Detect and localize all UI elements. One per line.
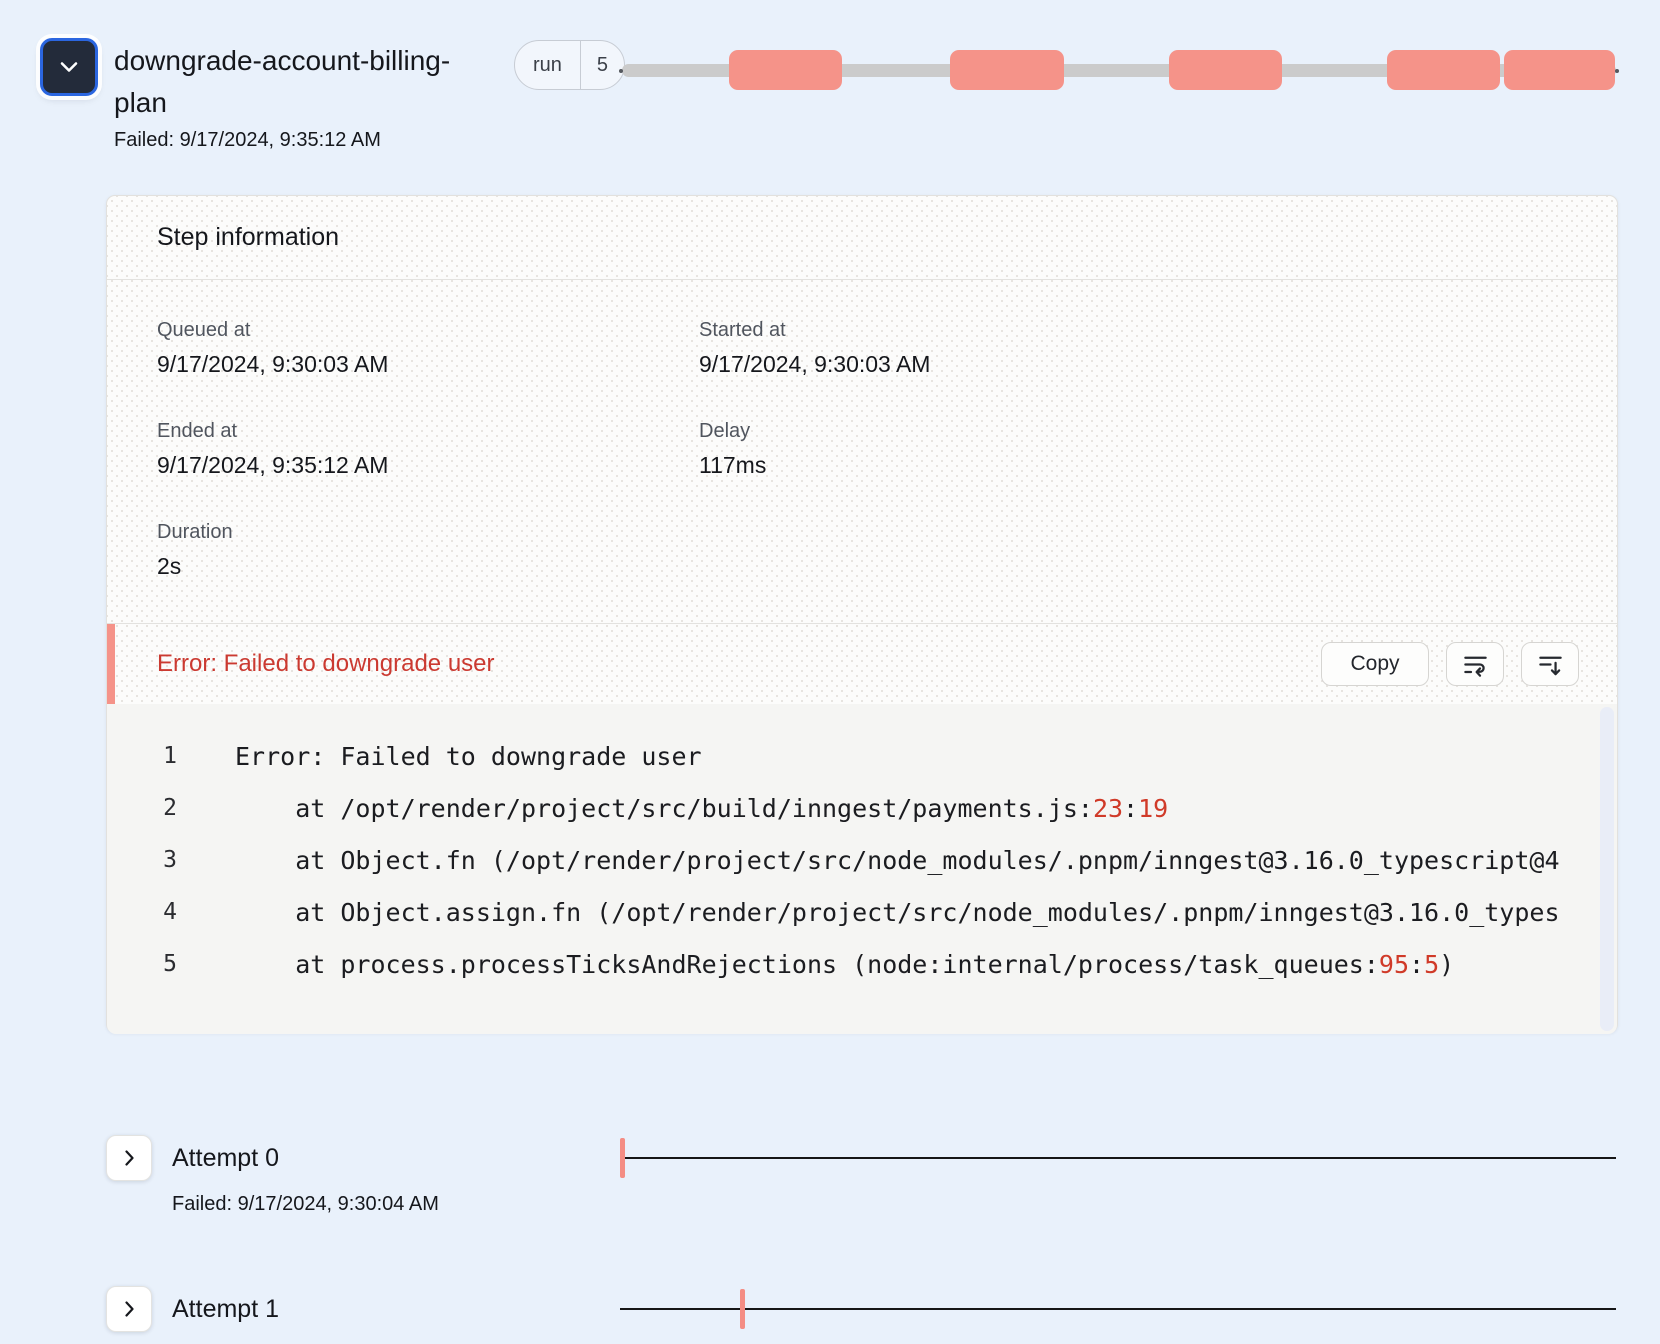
step-fields: Queued at 9/17/2024, 9:30:03 AM Started … [107, 280, 1617, 623]
scroll-to-bottom-icon [1537, 651, 1564, 678]
attempt-label: Attempt 1 [172, 1295, 279, 1324]
field-label: Ended at [157, 419, 699, 443]
step-field: Delay 117ms [699, 419, 1567, 480]
collapse-step-button[interactable] [40, 38, 98, 96]
step-field: Queued at 9/17/2024, 9:30:03 AM [157, 318, 699, 379]
line-text: at /opt/render/project/src/build/inngest… [235, 794, 1617, 823]
run-badge: run 5 [514, 40, 625, 90]
line-number: 3 [137, 847, 177, 873]
attempt-section: Attempt 1 [106, 1286, 1616, 1332]
attempt-timeline [620, 1157, 1616, 1159]
error-header-row: Error: Failed to downgrade user Copy [107, 623, 1617, 704]
field-label: Started at [699, 318, 1567, 342]
step-status: Failed: 9/17/2024, 9:35:12 AM [114, 129, 494, 152]
wrap-text-icon [1462, 651, 1489, 678]
field-value: 9/17/2024, 9:30:03 AM [157, 349, 699, 379]
field-value: 2s [157, 551, 699, 581]
chevron-down-icon [59, 61, 79, 73]
step-title: downgrade-account-billing-plan [114, 40, 494, 124]
attempt-status: Failed: 9/17/2024, 9:30:04 AM [172, 1193, 1616, 1216]
attempt-expand-button[interactable] [106, 1286, 152, 1332]
run-timeline-track [622, 64, 1616, 77]
attempt-failure-tick [740, 1289, 745, 1329]
line-text: at Object.fn (/opt/render/project/src/no… [235, 846, 1617, 875]
attempt-timeline [620, 1308, 1616, 1310]
step-details-page: downgrade-account-billing-plan Failed: 9… [0, 0, 1660, 1344]
field-value: 117ms [699, 450, 1567, 480]
line-text: at Object.assign.fn (/opt/render/project… [235, 898, 1617, 927]
error-accent-bar [107, 624, 115, 704]
stack-trace-line: 5 at process.processTicksAndRejections (… [107, 938, 1617, 990]
attempt-expand-button[interactable] [106, 1135, 152, 1181]
step-field: Ended at 9/17/2024, 9:35:12 AM [157, 419, 699, 480]
field-label: Duration [157, 520, 699, 544]
attempt-section: Attempt 0 Failed: 9/17/2024, 9:30:04 AM [106, 1135, 1616, 1216]
stack-trace-line: 3 at Object.fn (/opt/render/project/src/… [107, 834, 1617, 886]
wrap-text-button[interactable] [1446, 642, 1504, 686]
error-message: Error: Failed to downgrade user [157, 650, 1321, 678]
attempt-row: Attempt 1 [106, 1286, 1616, 1332]
attempt-failure-tick [620, 1138, 625, 1178]
timeline-segment[interactable] [950, 50, 1064, 90]
field-value: 9/17/2024, 9:35:12 AM [157, 450, 699, 480]
scroll-to-bottom-button[interactable] [1521, 642, 1579, 686]
run-badge-label: run [515, 41, 580, 89]
field-value: 9/17/2024, 9:30:03 AM [699, 349, 1567, 379]
field-label: Delay [699, 419, 1567, 443]
line-number: 4 [137, 899, 177, 925]
line-text: Error: Failed to downgrade user [235, 742, 1617, 771]
stack-trace-line: 4 at Object.assign.fn (/opt/render/proje… [107, 886, 1617, 938]
stack-trace-block: 1 Error: Failed to downgrade user 2 at /… [107, 704, 1617, 1034]
timeline-segment[interactable] [729, 50, 842, 90]
attempt-label: Attempt 0 [172, 1144, 279, 1173]
line-number: 1 [137, 743, 177, 769]
line-text: at process.processTicksAndRejections (no… [235, 950, 1617, 979]
line-number: 2 [137, 795, 177, 821]
attempt-row: Attempt 0 [106, 1135, 1616, 1181]
error-actions: Copy [1321, 642, 1579, 686]
chevron-right-icon [124, 1149, 135, 1167]
step-header: downgrade-account-billing-plan Failed: 9… [114, 40, 494, 152]
field-label: Queued at [157, 318, 699, 342]
line-number: 5 [137, 951, 177, 977]
step-field: Started at 9/17/2024, 9:30:03 AM [699, 318, 1567, 379]
step-information-card: Step information Queued at 9/17/2024, 9:… [106, 195, 1618, 1033]
card-title: Step information [107, 196, 1617, 280]
vertical-scrollbar[interactable] [1600, 707, 1614, 1031]
run-badge-count: 5 [580, 41, 624, 89]
stack-trace-line: 1 Error: Failed to downgrade user [107, 730, 1617, 782]
step-field: Duration 2s [157, 520, 699, 581]
timeline-segment[interactable] [1169, 50, 1282, 90]
timeline-segment[interactable] [1504, 50, 1615, 90]
stack-trace-line: 2 at /opt/render/project/src/build/innge… [107, 782, 1617, 834]
timeline-segment[interactable] [1387, 50, 1500, 90]
chevron-right-icon [124, 1300, 135, 1318]
copy-button[interactable]: Copy [1321, 642, 1429, 686]
